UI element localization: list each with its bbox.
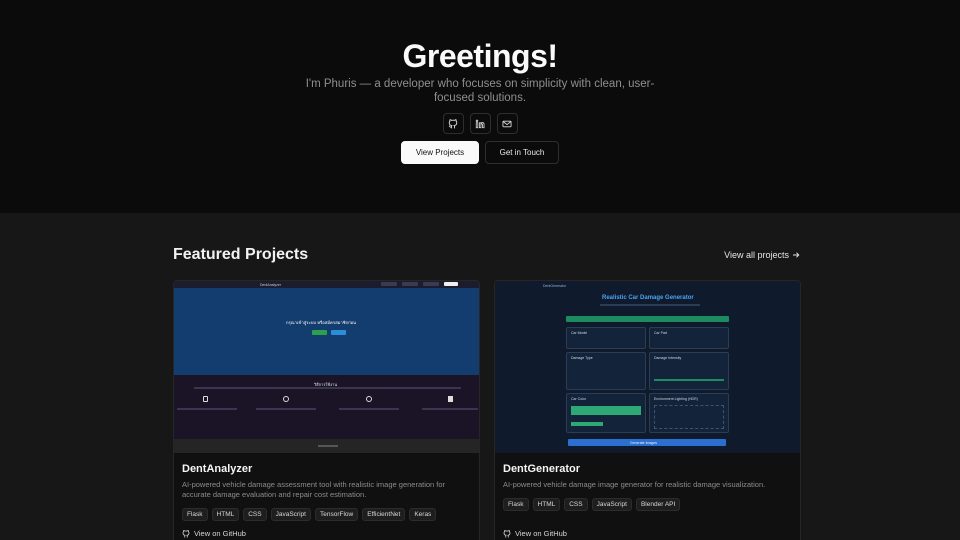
- github-link-dentgenerator[interactable]: View on GitHub: [503, 529, 567, 538]
- thumbnail-panel: Environment Lighting (HDR): [649, 393, 729, 433]
- project-card-dentgenerator[interactable]: DentGenerator Realistic Car Damage Gener…: [494, 280, 801, 540]
- thumbnail-panel: Car Color: [566, 393, 646, 433]
- tech-tags: Flask HTML CSS JavaScript Blender API: [503, 498, 681, 511]
- github-icon: [182, 529, 190, 537]
- thumbnail-generate-label: Generate Images: [630, 440, 658, 445]
- tech-tag: TensorFlow: [314, 508, 359, 521]
- cta-buttons: View Projects Get in Touch: [0, 141, 960, 164]
- thumbnail-tab-bar: [566, 316, 729, 322]
- tech-tag: Flask: [182, 508, 208, 521]
- thumbnail-panel-label: Environment Lighting (HDR): [654, 397, 698, 401]
- thumbnail-nav-item: [444, 282, 458, 286]
- project-title: DentAnalyzer: [182, 463, 253, 475]
- thumbnail-text-line: [318, 445, 338, 447]
- thumbnail-hero: กรุณาเข้าสู่ระบบ หรือสมัครสมาชิกก่อน: [174, 288, 479, 375]
- thumbnail-panel-label: Car Model: [571, 331, 588, 335]
- github-link-dentanalyzer[interactable]: View on GitHub: [182, 529, 246, 538]
- thumbnail-footer: [174, 439, 479, 453]
- github-link-label: View on GitHub: [194, 529, 246, 538]
- tech-tags: Flask HTML CSS JavaScript TensorFlow Eff…: [182, 508, 437, 521]
- thumbnail-heading: Realistic Car Damage Generator: [602, 295, 694, 301]
- intensity-slider: [654, 379, 724, 381]
- thumbnail-text-line: [600, 304, 700, 306]
- tech-tag: CSS: [564, 498, 588, 511]
- tech-tag: HTML: [211, 508, 240, 521]
- project-card-dentanalyzer[interactable]: DentAnalyzer กรุณาเข้าสู่ระบบ หรือสมัครส…: [173, 280, 480, 540]
- thumbnail-panel: Damage Type: [566, 352, 646, 390]
- thumbnail-nav-title: DentGenerator: [543, 284, 567, 288]
- thumbnail-panel: Car Model: [566, 327, 646, 349]
- view-projects-button[interactable]: View Projects: [401, 141, 479, 164]
- linkedin-link[interactable]: [469, 113, 491, 134]
- github-link[interactable]: [442, 113, 464, 134]
- tech-tag: CSS: [243, 508, 267, 521]
- project-description: AI-powered vehicle damage image generato…: [503, 480, 766, 489]
- project-title: DentGenerator: [503, 463, 581, 475]
- thumbnail-text-line: [339, 408, 399, 410]
- view-all-label: View all projects: [724, 250, 789, 260]
- linkedin-icon: [475, 119, 485, 128]
- upload-icon: [283, 396, 289, 402]
- thumbnail-generate-button: Generate Images: [568, 439, 726, 446]
- gear-icon: [366, 396, 372, 402]
- thumbnail-panel: Damage Intensity: [649, 352, 729, 390]
- thumbnail-nav-title: DentAnalyzer: [260, 282, 282, 287]
- social-links: [0, 113, 960, 134]
- upload-dropzone: [654, 405, 724, 429]
- thumbnail-text-line: [177, 408, 237, 410]
- tech-tag: EfficientNet: [362, 508, 406, 521]
- arrow-right-icon: [793, 252, 800, 258]
- thumbnail-nav-item: [381, 282, 397, 286]
- thumbnail-panel-label: Damage Type: [571, 356, 593, 360]
- get-in-touch-button[interactable]: Get in Touch: [485, 141, 559, 164]
- thumbnail-text-line: [256, 408, 316, 410]
- thumbnail-nav: DentAnalyzer: [174, 281, 479, 288]
- tech-tag: JavaScript: [591, 498, 632, 511]
- hero-section: Greetings! I'm Phuris — a developer who …: [0, 0, 960, 213]
- mail-icon: [502, 120, 512, 127]
- thumbnail-text-line: [194, 387, 461, 389]
- tech-tag: Keras: [409, 508, 437, 521]
- project-thumbnail: DentAnalyzer กรุณาเข้าสู่ระบบ หรือสมัครส…: [174, 281, 479, 453]
- project-description: AI-powered vehicle damage assessment too…: [182, 480, 446, 499]
- thumbnail-nav-item: [423, 282, 439, 286]
- thumbnail-background: DentGenerator Realistic Car Damage Gener…: [495, 281, 800, 453]
- github-icon: [448, 118, 458, 128]
- github-icon: [503, 529, 511, 537]
- project-thumbnail: DentGenerator Realistic Car Damage Gener…: [495, 281, 800, 453]
- color-swatch-small: [571, 422, 603, 426]
- thumbnail-panel-label: Car Part: [654, 331, 668, 335]
- thumbnail-register-button: [331, 330, 346, 335]
- document-icon: [448, 396, 453, 402]
- tech-tag: JavaScript: [270, 508, 311, 521]
- thumbnail-panel: Car Part: [649, 327, 729, 349]
- thumbnail-panel-label: Car Color: [571, 397, 586, 401]
- phone-icon: [203, 396, 208, 402]
- thumbnail-text-line: [422, 408, 478, 410]
- thumbnail-nav-item: [402, 282, 418, 286]
- section-heading: Featured Projects: [173, 246, 309, 263]
- thumbnail-panel-label: Damage Intensity: [654, 356, 682, 360]
- email-link[interactable]: [496, 113, 518, 134]
- view-all-projects-link[interactable]: View all projects: [724, 250, 800, 260]
- thumbnail-login-button: [312, 330, 327, 335]
- featured-projects-section: Featured Projects View all projects Dent…: [0, 213, 960, 540]
- page-title: Greetings!: [402, 38, 558, 74]
- tech-tag: Blender API: [635, 498, 681, 511]
- intro-text: I'm Phuris — a developer who focuses on …: [305, 78, 655, 104]
- thumbnail-hero-text: กรุณาเข้าสู่ระบบ หรือสมัครสมาชิกก่อน: [286, 320, 357, 325]
- color-swatch: [571, 406, 641, 415]
- github-link-label: View on GitHub: [515, 529, 567, 538]
- tech-tag: HTML: [532, 498, 561, 511]
- tech-tag: Flask: [503, 498, 529, 511]
